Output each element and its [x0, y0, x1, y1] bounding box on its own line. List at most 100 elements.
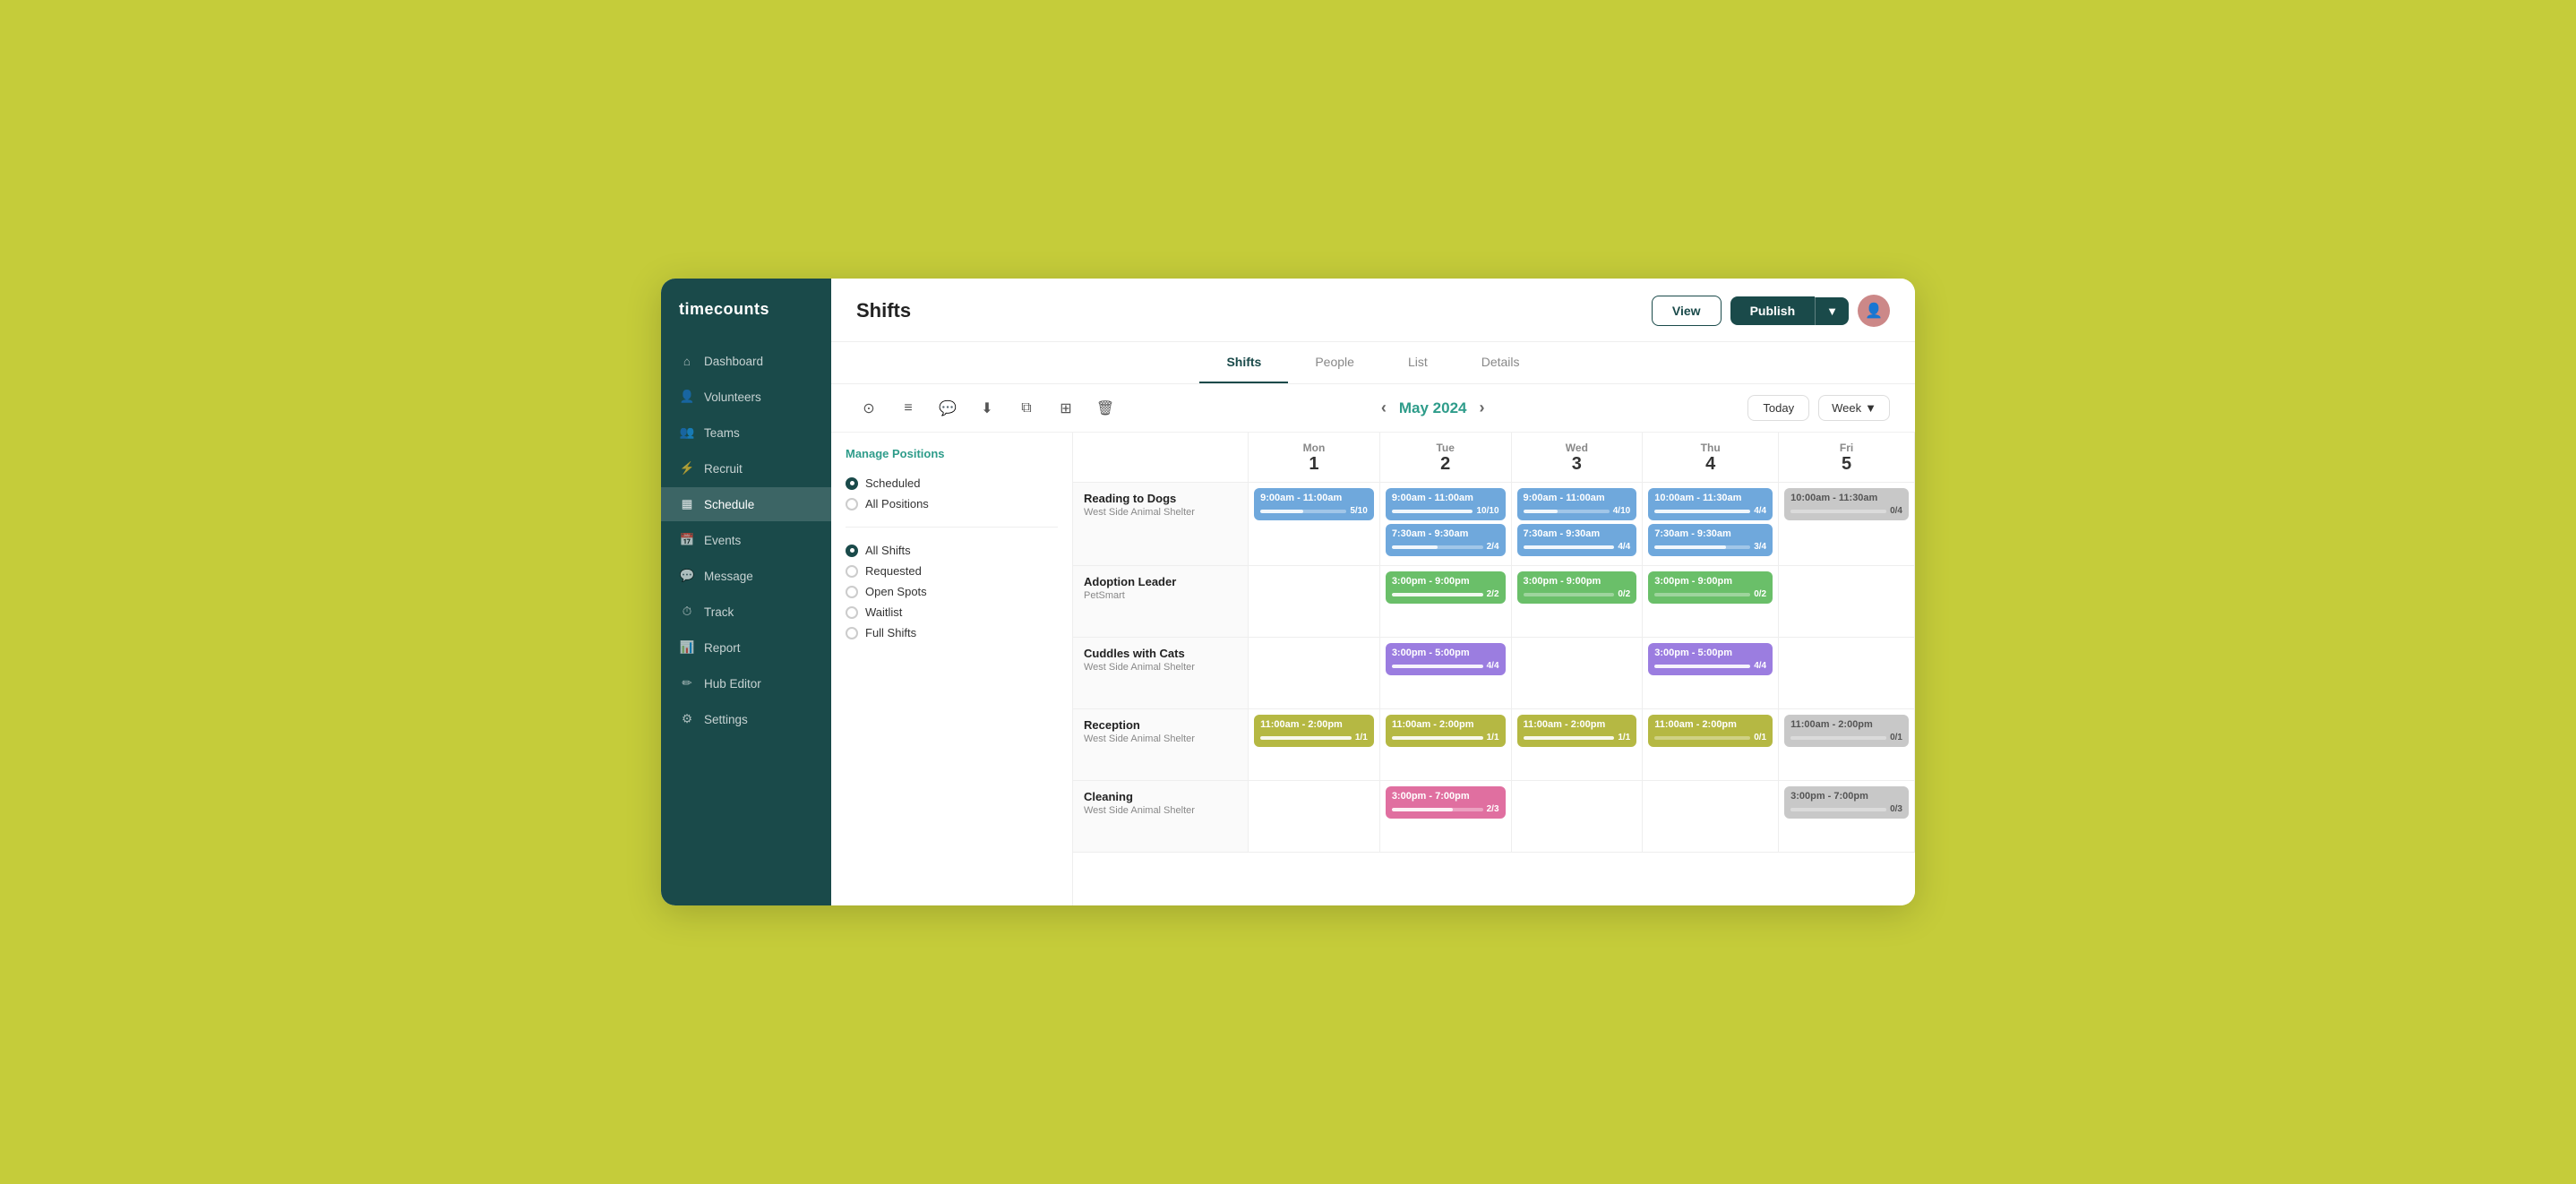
shift-card[interactable]: 3:00pm - 5:00pm 4/4	[1648, 643, 1773, 675]
sidebar-label-hub-editor: Hub Editor	[704, 677, 761, 691]
filter-option-scheduled[interactable]: Scheduled	[846, 476, 1058, 490]
shift-bar-wrap: 4/4	[1392, 661, 1499, 671]
shift-bar-fill	[1654, 665, 1750, 668]
filter-option-open-spots[interactable]: Open Spots	[846, 585, 1058, 598]
radio-label-full-shifts: Full Shifts	[865, 626, 916, 639]
schedule-icon: ▦	[679, 496, 695, 512]
hub-editor-icon: ✏	[679, 675, 695, 691]
radio-label-open-spots: Open Spots	[865, 585, 927, 598]
tabs-row: ShiftsPeopleListDetails	[831, 342, 1915, 384]
tab-details[interactable]: Details	[1455, 342, 1547, 383]
shift-card[interactable]: 9:00am - 11:00am 5/10	[1254, 488, 1374, 520]
sidebar-item-schedule[interactable]: ▦ Schedule	[661, 487, 831, 521]
shift-bar-bg	[1260, 510, 1346, 513]
dashboard-icon: ⌂	[679, 353, 695, 369]
shift-card[interactable]: 9:00am - 11:00am 10/10	[1386, 488, 1506, 520]
avatar[interactable]: 👤	[1858, 295, 1890, 327]
row-title-4: Cleaning	[1084, 790, 1237, 803]
filter-option-all-shifts[interactable]: All Shifts	[846, 544, 1058, 557]
shift-bar-fill	[1524, 510, 1558, 513]
view-button[interactable]: View	[1652, 296, 1722, 326]
sidebar-item-report[interactable]: 📊 Report	[661, 631, 831, 665]
shift-card[interactable]: 3:00pm - 9:00pm 2/2	[1386, 571, 1506, 604]
day-num-4: 4	[1650, 454, 1771, 475]
app-window: timecounts ⌂ Dashboard 👤 Volunteers 👥 Te…	[661, 279, 1915, 905]
tab-people[interactable]: People	[1288, 342, 1381, 383]
cell-row2-day1: 3:00pm - 5:00pm 4/4	[1379, 638, 1511, 709]
sidebar-item-teams[interactable]: 👥 Teams	[661, 416, 831, 450]
duplicate-icon[interactable]: ⊞	[1053, 396, 1078, 421]
shift-card[interactable]: 10:00am - 11:30am 0/4	[1784, 488, 1909, 520]
shift-card[interactable]: 3:00pm - 9:00pm 0/2	[1648, 571, 1773, 604]
shift-count: 2/3	[1487, 804, 1499, 814]
message-icon[interactable]: 💬	[935, 396, 960, 421]
calendar-area: Manage Positions Scheduled All Positions…	[831, 433, 1915, 905]
tab-list[interactable]: List	[1381, 342, 1455, 383]
row-label-4: Cleaning West Side Animal Shelter	[1073, 781, 1249, 853]
tab-shifts[interactable]: Shifts	[1199, 342, 1288, 383]
sidebar-item-hub-editor[interactable]: ✏ Hub Editor	[661, 666, 831, 700]
sidebar-item-message[interactable]: 💬 Message	[661, 559, 831, 593]
filter-option-full-shifts[interactable]: Full Shifts	[846, 626, 1058, 639]
today-button[interactable]: Today	[1747, 395, 1809, 421]
shift-card[interactable]: 7:30am - 9:30am 2/4	[1386, 524, 1506, 556]
shift-card[interactable]: 11:00am - 2:00pm 0/1	[1648, 715, 1773, 747]
cell-row1-day3: 3:00pm - 9:00pm 0/2	[1643, 566, 1779, 638]
cell-row3-day2: 11:00am - 2:00pm 1/1	[1511, 709, 1643, 781]
table-row: Adoption Leader PetSmart 3:00pm - 9:00pm…	[1073, 566, 1915, 638]
settings-sliders-icon[interactable]: ≡	[896, 396, 921, 421]
shift-bar-wrap: 0/1	[1654, 733, 1766, 742]
shift-card[interactable]: 7:30am - 9:30am 4/4	[1517, 524, 1637, 556]
day-name-3: Wed	[1519, 442, 1636, 454]
sidebar-item-settings[interactable]: ⚙ Settings	[661, 702, 831, 736]
row-subtitle-2: West Side Animal Shelter	[1084, 662, 1237, 673]
calendar-body: Reading to Dogs West Side Animal Shelter…	[1073, 483, 1915, 853]
manage-positions-link[interactable]: Manage Positions	[846, 447, 1058, 460]
sidebar-label-teams: Teams	[704, 426, 740, 440]
radio-label-waitlist: Waitlist	[865, 605, 902, 619]
prev-month-button[interactable]: ‹	[1381, 399, 1387, 417]
filter-circle-icon[interactable]: ⊙	[856, 396, 881, 421]
shift-card[interactable]: 10:00am - 11:30am 4/4	[1648, 488, 1773, 520]
shift-time: 3:00pm - 9:00pm	[1392, 576, 1499, 587]
copy-icon[interactable]: ⧉	[1014, 396, 1039, 421]
sidebar-item-track[interactable]: ⏱ Track	[661, 595, 831, 629]
sidebar-item-dashboard[interactable]: ⌂ Dashboard	[661, 344, 831, 378]
sidebar-item-recruit[interactable]: ⚡ Recruit	[661, 451, 831, 485]
publish-button[interactable]: Publish	[1730, 296, 1816, 325]
shift-time: 11:00am - 2:00pm	[1654, 719, 1766, 730]
shift-bar-bg	[1392, 510, 1473, 513]
filter-option-all-positions[interactable]: All Positions	[846, 497, 1058, 510]
shift-card[interactable]: 7:30am - 9:30am 3/4	[1648, 524, 1773, 556]
shift-count: 4/10	[1613, 506, 1630, 516]
current-month: May 2024	[1399, 399, 1467, 417]
filter-option-requested[interactable]: Requested	[846, 564, 1058, 578]
publish-chevron-button[interactable]: ▼	[1815, 297, 1849, 325]
shift-bar-wrap: 4/4	[1654, 661, 1766, 671]
shift-card[interactable]: 3:00pm - 7:00pm 0/3	[1784, 786, 1909, 819]
sidebar-label-events: Events	[704, 534, 741, 547]
sidebar-item-events[interactable]: 📅 Events	[661, 523, 831, 557]
row-subtitle-1: PetSmart	[1084, 590, 1237, 601]
download-icon[interactable]: ⬇	[975, 396, 1000, 421]
shift-card[interactable]: 3:00pm - 9:00pm 0/2	[1517, 571, 1637, 604]
shift-card[interactable]: 3:00pm - 7:00pm 2/3	[1386, 786, 1506, 819]
sidebar-label-recruit: Recruit	[704, 462, 743, 476]
day-num-5: 5	[1786, 454, 1907, 475]
shift-card[interactable]: 3:00pm - 5:00pm 4/4	[1386, 643, 1506, 675]
shift-card[interactable]: 11:00am - 2:00pm 1/1	[1386, 715, 1506, 747]
message-icon: 💬	[679, 568, 695, 584]
cell-row0-day1: 9:00am - 11:00am 10/10 7:30am - 9:30am 2…	[1379, 483, 1511, 566]
shift-card[interactable]: 11:00am - 2:00pm 1/1	[1254, 715, 1374, 747]
next-month-button[interactable]: ›	[1480, 399, 1485, 417]
shift-card[interactable]: 11:00am - 2:00pm 0/1	[1784, 715, 1909, 747]
shift-card[interactable]: 11:00am - 2:00pm 1/1	[1517, 715, 1637, 747]
shift-bar-fill	[1392, 545, 1438, 549]
delete-icon[interactable]: 🗑	[1093, 396, 1118, 421]
row-title-2: Cuddles with Cats	[1084, 647, 1237, 660]
shift-count: 4/4	[1487, 661, 1499, 671]
sidebar-item-volunteers[interactable]: 👤 Volunteers	[661, 380, 831, 414]
filter-option-waitlist[interactable]: Waitlist	[846, 605, 1058, 619]
shift-card[interactable]: 9:00am - 11:00am 4/10	[1517, 488, 1637, 520]
week-dropdown-button[interactable]: Week ▼	[1818, 395, 1890, 421]
